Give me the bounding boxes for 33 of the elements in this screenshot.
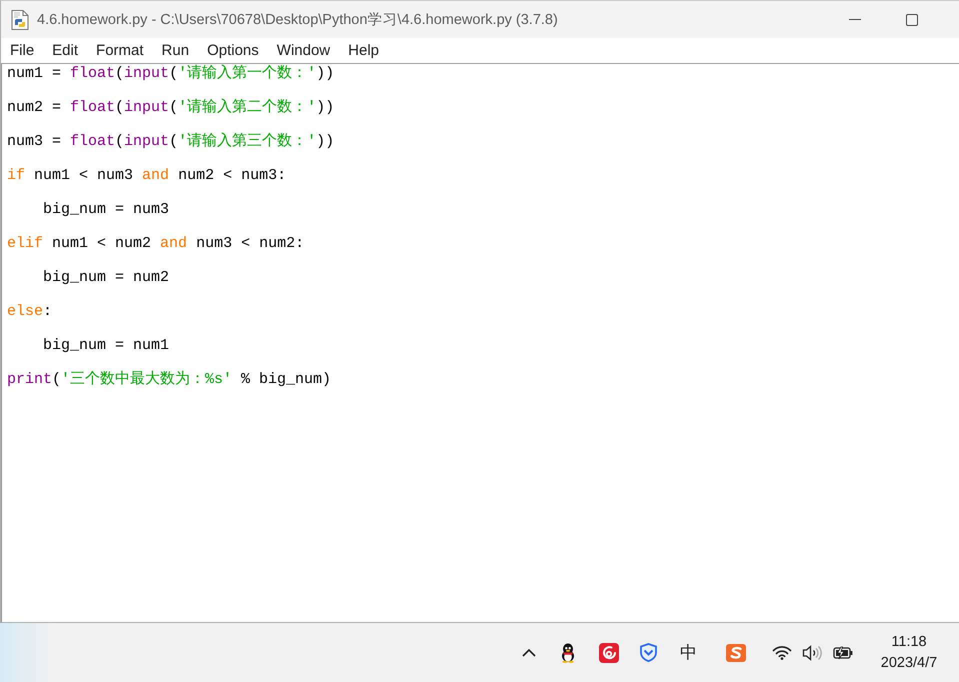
menu-item[interactable]: Window bbox=[276, 42, 330, 60]
menu-item[interactable]: Edit bbox=[52, 42, 78, 60]
code-line: else: bbox=[7, 302, 52, 322]
menu-item[interactable]: Options bbox=[207, 42, 259, 60]
menu-item[interactable]: Format bbox=[96, 42, 144, 60]
maximize-icon bbox=[906, 14, 918, 26]
battery-icon[interactable] bbox=[833, 646, 853, 660]
clock-date[interactable]: 2023/4/7 bbox=[880, 652, 938, 674]
wifi-icon[interactable] bbox=[772, 645, 792, 660]
code-line: print('三个数中最大数为：%s' % big_num) bbox=[7, 370, 332, 390]
code-line: elif num1 < num2 and num3 < num2: bbox=[7, 234, 304, 254]
maximize-button[interactable] bbox=[904, 12, 920, 28]
code-line: big_num = num2 bbox=[43, 268, 170, 288]
code-line: big_num = num3 bbox=[43, 200, 170, 220]
ime-indicator[interactable]: 中 bbox=[680, 642, 697, 662]
penguin-icon[interactable] bbox=[560, 642, 576, 662]
speaker-icon[interactable] bbox=[802, 644, 822, 660]
script-file-icon bbox=[11, 10, 29, 30]
clock-time[interactable]: 11:18 bbox=[891, 632, 927, 652]
minimize-icon bbox=[849, 19, 861, 20]
code-line: if num1 < num3 and num2 < num3: bbox=[7, 166, 286, 186]
code-line: num1 = float(input('请输入第一个数：')) bbox=[7, 64, 334, 84]
menu-item[interactable]: File bbox=[10, 42, 34, 60]
code-line: num2 = float(input('请输入第二个数：')) bbox=[7, 98, 334, 118]
swirl-tile-icon[interactable] bbox=[599, 642, 619, 662]
s-tile-icon[interactable] bbox=[726, 644, 746, 662]
code-line: num3 = float(input('请输入第三个数：')) bbox=[7, 132, 334, 152]
window-title: 4.6.homework.py - C:\Users\70678\Desktop\Python学习\4.6.homework.py (3.7.8) bbox=[37, 11, 558, 29]
menu-item[interactable]: Help bbox=[348, 42, 379, 60]
menu-item[interactable]: Run bbox=[162, 42, 190, 60]
shield-icon[interactable] bbox=[640, 643, 657, 662]
code-line: big_num = num1 bbox=[43, 336, 170, 356]
chevron-up-icon[interactable] bbox=[522, 648, 536, 656]
